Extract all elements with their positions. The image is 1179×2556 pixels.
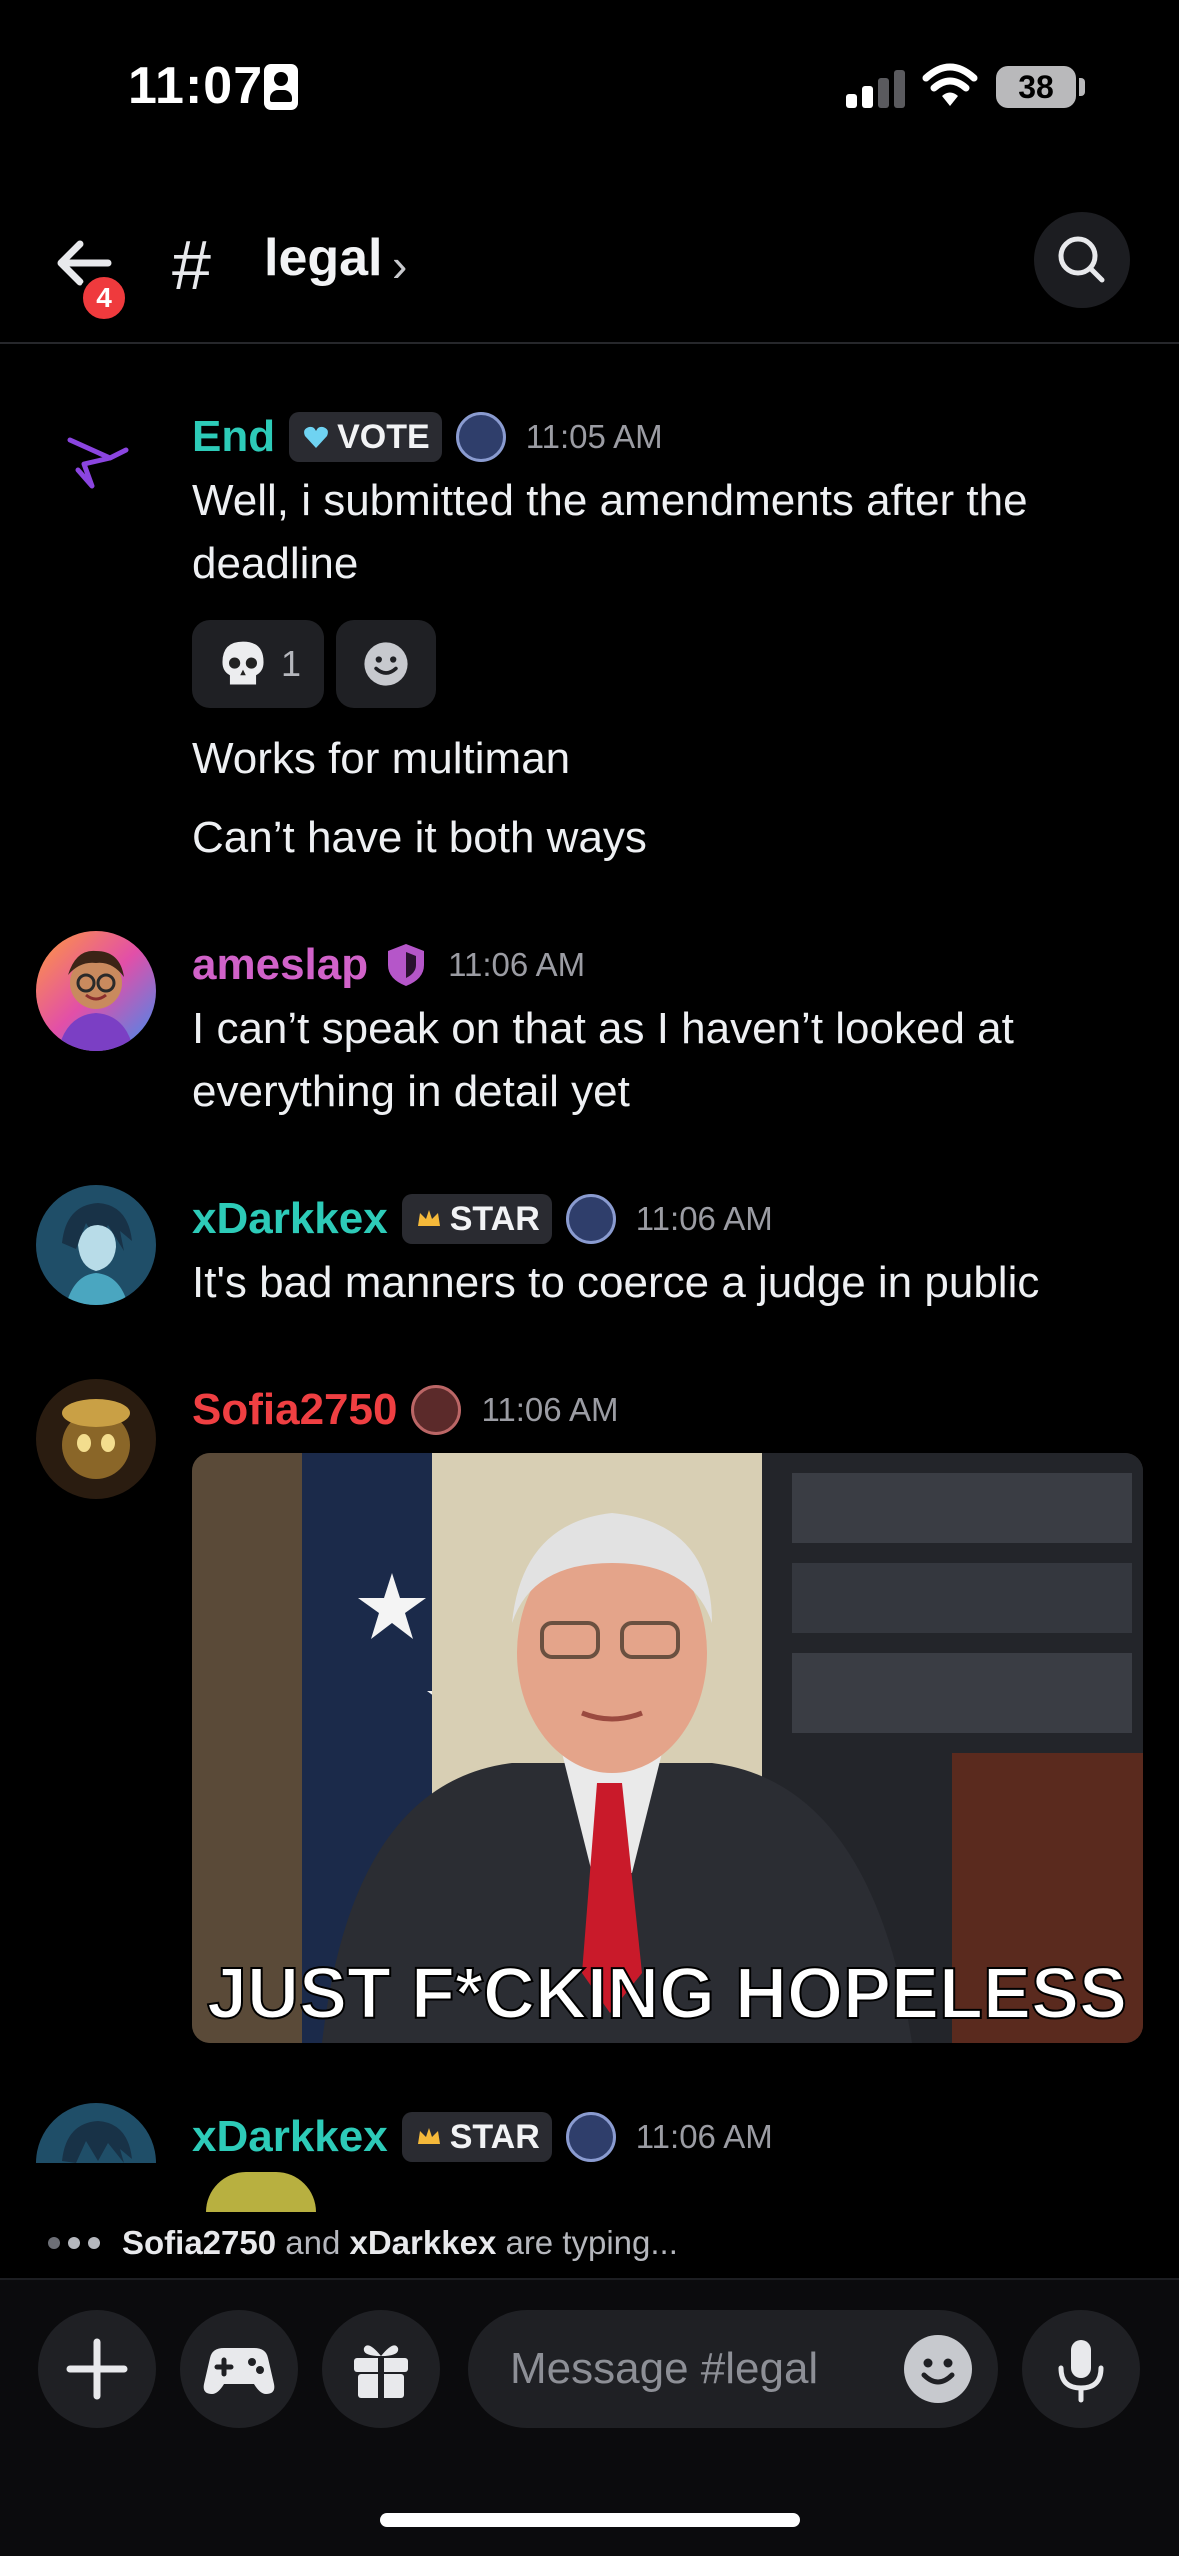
- battery-icon: 38: [996, 66, 1076, 108]
- typing-suffix: are typing...: [505, 2224, 678, 2261]
- guild-tag-label: STAR: [449, 2117, 540, 2156]
- guild-tag[interactable]: STAR: [401, 1194, 552, 1244]
- activities-button[interactable]: [180, 2310, 298, 2428]
- cellular-signal-icon: [846, 68, 906, 108]
- message-input[interactable]: Message #legal: [468, 2310, 998, 2428]
- message-text: Can’t have it both ways: [192, 813, 647, 862]
- username[interactable]: End: [192, 412, 275, 462]
- typing-joiner: and: [285, 2224, 341, 2261]
- heart-icon: [304, 426, 329, 448]
- plus-icon: [66, 2338, 128, 2400]
- microphone-icon: [1058, 2340, 1104, 2403]
- search-button[interactable]: [1034, 212, 1130, 308]
- crown-icon: [417, 1210, 440, 1226]
- message-header: ameslap 11:06 AM: [192, 936, 585, 994]
- smiley-icon: [921, 2358, 955, 2385]
- typing-user: xDarkkex: [349, 2224, 497, 2261]
- message-text: Well, i submitted the amendments after t…: [192, 476, 1028, 525]
- message-text: Works for multiman: [192, 734, 571, 783]
- timestamp: 11:06 AM: [448, 946, 586, 983]
- message-header: Sofia2750 11:06 AM: [192, 1381, 618, 1439]
- skull-icon: [222, 641, 264, 685]
- guild-tag-label: VOTE: [337, 417, 430, 456]
- typing-user: Sofia2750: [122, 2224, 277, 2261]
- message-text: everything in detail yet: [192, 1067, 630, 1116]
- home-indicator[interactable]: [380, 2513, 800, 2527]
- voice-message-button[interactable]: [1022, 2310, 1140, 2428]
- message-text: I can’t speak on that as I haven’t looke…: [192, 1004, 1014, 1053]
- nitro-badge-icon[interactable]: [455, 412, 506, 462]
- smiley-plus-icon: [364, 642, 408, 686]
- reaction-count: 1: [280, 643, 302, 684]
- chevron-right-icon[interactable]: ›: [392, 238, 407, 292]
- battery-level: 38: [1018, 69, 1054, 105]
- gif-caption: JUST F*CKING HOPELESS: [207, 1954, 1127, 2034]
- status-bar: 11:07 38: [0, 0, 1179, 170]
- gift-icon: [354, 2345, 408, 2398]
- sticker-preview[interactable]: [206, 2172, 316, 2212]
- nitro-badge-icon[interactable]: [565, 1194, 616, 1244]
- nitro-badge-icon[interactable]: [565, 2112, 616, 2162]
- guild-tag-label: STAR: [449, 1199, 540, 1238]
- unread-badge: 4: [78, 272, 130, 324]
- crown-icon: [417, 2128, 440, 2144]
- capitol-badge-icon[interactable]: [411, 1385, 462, 1435]
- gift-button[interactable]: [322, 2310, 440, 2428]
- timestamp: 11:06 AM: [635, 1200, 773, 1237]
- username[interactable]: Sofia2750: [192, 1385, 397, 1435]
- username[interactable]: xDarkkex: [192, 2112, 388, 2162]
- avatar[interactable]: [48, 410, 148, 510]
- message-header: xDarkkex STAR 11:06 AM: [192, 2108, 773, 2166]
- add-reaction-button[interactable]: [336, 620, 436, 708]
- username[interactable]: ameslap: [192, 940, 368, 990]
- message-text: It's bad manners to coerce a judge in pu…: [192, 1258, 1040, 1307]
- wifi-icon: [922, 63, 978, 106]
- channel-header: 4 # legal ›: [0, 190, 1179, 344]
- message-header: End VOTE 11:05 AM: [192, 408, 663, 466]
- message-text: deadline: [192, 539, 359, 588]
- typing-dots-icon: [48, 2237, 100, 2249]
- gamepad-icon: [203, 2348, 275, 2394]
- hashtag-icon[interactable]: #: [172, 230, 211, 300]
- timestamp: 11:05 AM: [525, 418, 663, 455]
- emoji-button[interactable]: [904, 2335, 972, 2403]
- timestamp: 11:06 AM: [635, 2118, 773, 2155]
- reaction-skull[interactable]: 1: [192, 620, 324, 708]
- channel-title[interactable]: legal: [264, 228, 383, 288]
- gif-embed[interactable]: JUST F*CKING HOPELESS: [192, 1453, 1143, 2043]
- timestamp: 11:06 AM: [481, 1391, 619, 1428]
- contact-card-icon: [264, 64, 298, 110]
- gif-image: JUST F*CKING HOPELESS: [192, 1453, 1143, 2043]
- message-input-placeholder: Message #legal: [510, 2344, 819, 2393]
- avatar[interactable]: [36, 1185, 156, 1305]
- guild-tag[interactable]: VOTE: [289, 412, 442, 462]
- battery-cap: [1079, 78, 1085, 96]
- guild-tag[interactable]: STAR: [401, 2112, 552, 2162]
- shield-icon[interactable]: [384, 941, 428, 989]
- typing-indicator: Sofia2750 and xDarkkex are typing...: [48, 2218, 678, 2268]
- avatar[interactable]: [36, 2103, 156, 2163]
- search-icon: [1058, 236, 1105, 283]
- attach-button[interactable]: [38, 2310, 156, 2428]
- message-header: xDarkkex STAR 11:06 AM: [192, 1190, 773, 1248]
- username[interactable]: xDarkkex: [192, 1194, 388, 1244]
- avatar[interactable]: [36, 931, 156, 1051]
- clock: 11:07: [128, 57, 264, 115]
- avatar[interactable]: [36, 1379, 156, 1499]
